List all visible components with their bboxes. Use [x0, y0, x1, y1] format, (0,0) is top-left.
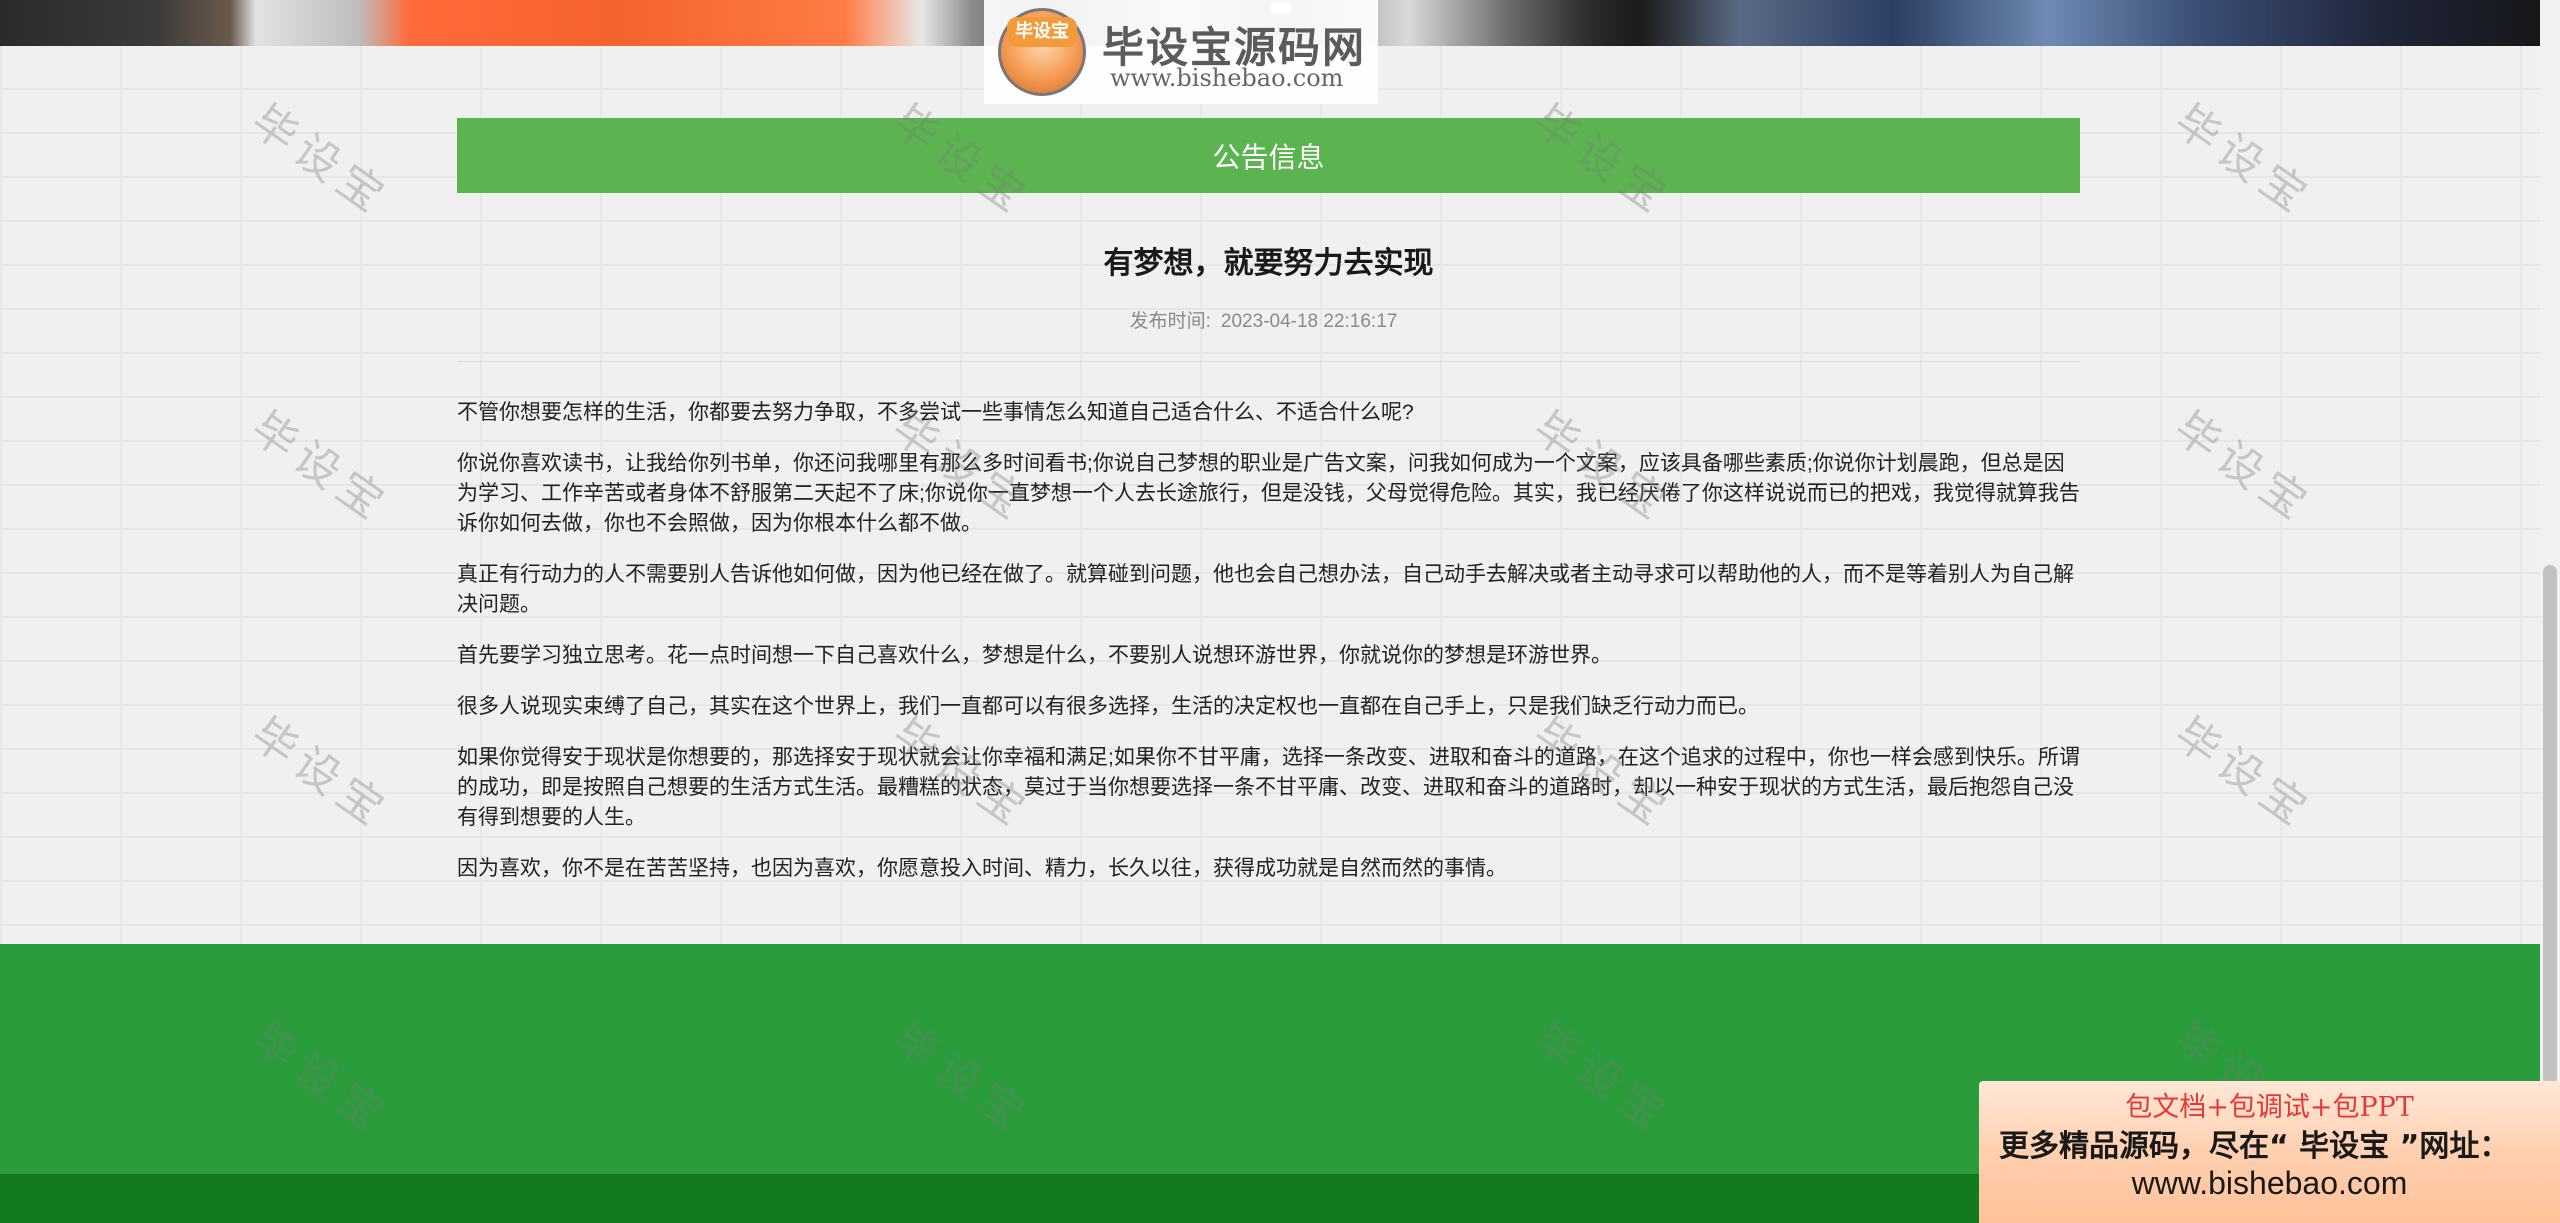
- scrollbar-thumb[interactable]: [2543, 565, 2557, 1085]
- promo-banner[interactable]: 包文档+包调试+包PPT 更多精品源码，尽在“ 毕设宝 ”网址： www.bis…: [1979, 1081, 2560, 1223]
- publish-time: 2023-04-18 22:16:17: [1220, 311, 1398, 332]
- publish-meta: 发布时间: 2023-04-18 22:16:17: [457, 306, 2080, 333]
- promo-services: 包文档+包调试+包PPT: [2125, 1092, 2414, 1123]
- logo-url: www.bishebao.com: [1110, 64, 1344, 92]
- notice-header-label: 公告信息: [1212, 141, 1325, 173]
- site-logo[interactable]: 毕设宝 毕设宝源码网 www.bishebao.com: [984, 0, 1378, 104]
- notice-header-bar: 公告信息: [457, 118, 2080, 193]
- article-paragraph: 首先要学习独立思考。花一点时间想一下自己喜欢什么，梦想是什么，不要别人说想环游世…: [457, 644, 1612, 667]
- article-title: 有梦想，就要努力去实现: [1103, 246, 1434, 281]
- article-paragraph: 因为喜欢，你不是在苦苦坚持，也因为喜欢，你愿意投入时间、精力，长久以往，获得成功…: [457, 857, 1507, 880]
- article-content: 不管你想要怎样的生活，你都要去努力争取，不多尝试一些事情怎么知道自己适合什么、不…: [457, 398, 2080, 905]
- publish-label: 发布时间:: [1129, 311, 1211, 332]
- promo-url[interactable]: www.bishebao.com: [1979, 1165, 2560, 1202]
- promo-tagline: 更多精品源码，尽在“ 毕设宝 ”网址：: [1999, 1129, 2510, 1164]
- article-paragraph: 如果你觉得安于现状是你想要的，那选择安于现状就会让你幸福和满足;如果你不甘平庸，…: [457, 746, 2080, 829]
- logo-badge-text: 毕设宝: [1007, 17, 1077, 47]
- article-paragraph: 很多人说现实束缚了自己，其实在这个世界上，我们一直都可以有很多选择，生活的决定权…: [457, 695, 1759, 718]
- title-divider: [457, 361, 2080, 362]
- article-paragraph: 不管你想要怎样的生活，你都要去努力争取，不多尝试一些事情怎么知道自己适合什么、不…: [457, 401, 1414, 424]
- article-paragraph: 真正有行动力的人不需要别人告诉他如何做，因为他已经在做了。就算碰到问题，他也会自…: [457, 563, 2074, 616]
- logo-badge-icon: 毕设宝: [998, 8, 1086, 96]
- article-paragraph: 你说你喜欢读书，让我给你列书单，你还问我哪里有那么多时间看书;你说自己梦想的职业…: [457, 452, 2080, 535]
